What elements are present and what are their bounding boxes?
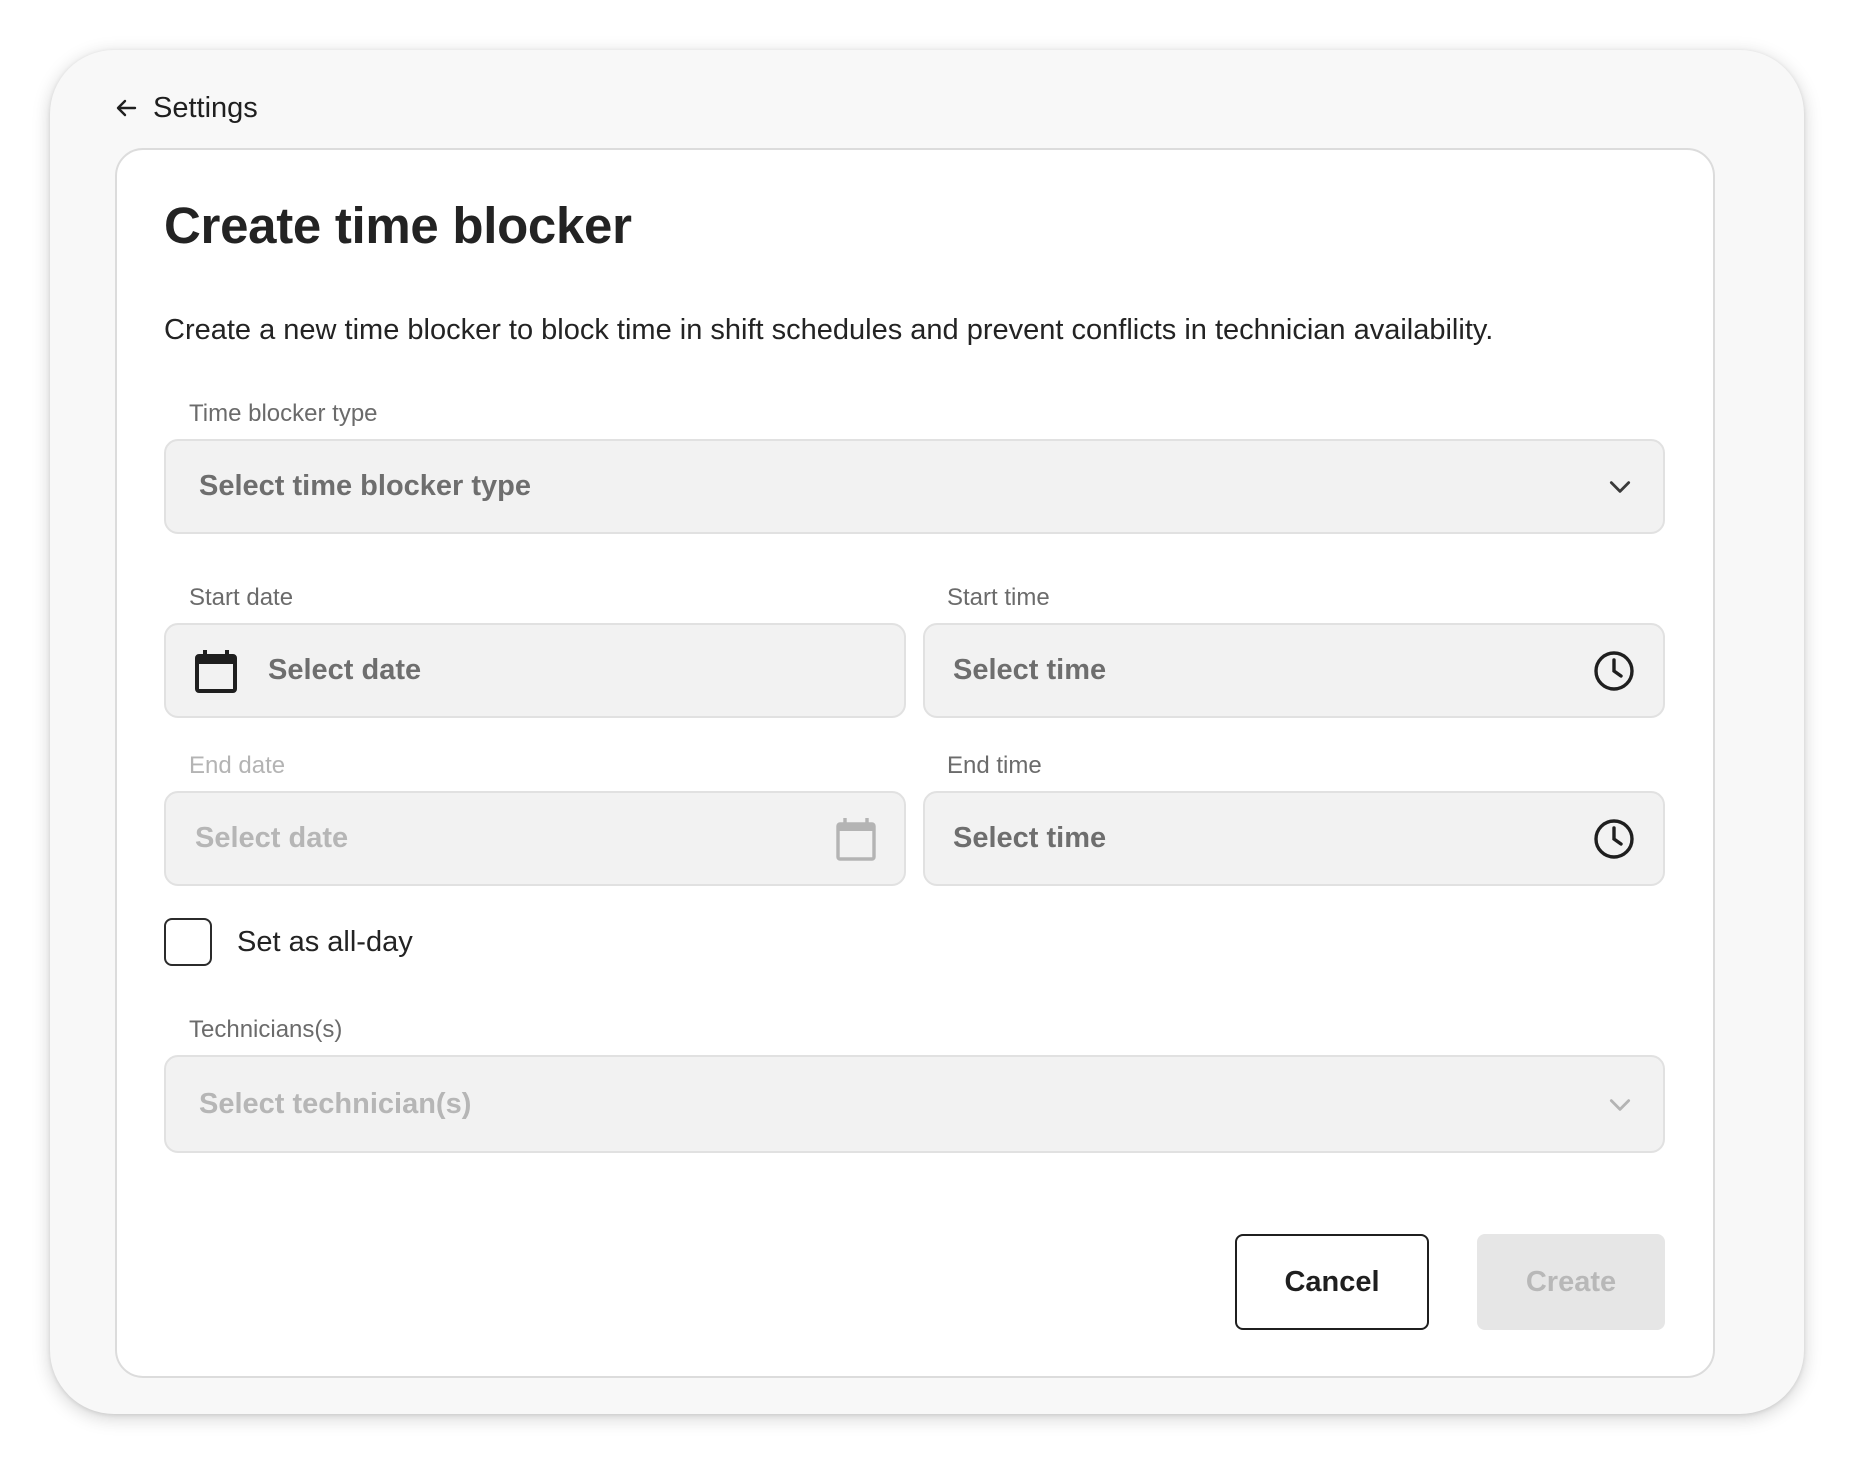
chevron-down-icon: [1607, 1092, 1633, 1118]
create-button[interactable]: Create: [1477, 1234, 1665, 1330]
end-date-picker[interactable]: Select date: [164, 791, 906, 886]
start-date-picker[interactable]: Select date: [164, 623, 906, 718]
time-blocker-type-placeholder: Select time blocker type: [199, 470, 532, 502]
arrow-left-icon: [115, 96, 139, 120]
clock-icon: [1593, 650, 1635, 692]
start-date-placeholder: Select date: [268, 654, 422, 686]
start-time-placeholder: Select time: [953, 654, 1107, 686]
calendar-icon: [194, 648, 238, 694]
page-description: Create a new time blocker to block time …: [164, 314, 1494, 346]
chevron-down-icon: [1607, 474, 1633, 500]
technicians-placeholder: Select technician(s): [199, 1087, 472, 1120]
technicians-label: Technicians(s): [189, 1016, 343, 1043]
start-date-label: Start date: [189, 584, 294, 611]
calendar-icon: [835, 816, 877, 862]
all-day-checkbox[interactable]: [164, 918, 212, 966]
end-time-picker[interactable]: Select time: [923, 791, 1665, 886]
end-date-placeholder: Select date: [195, 822, 349, 854]
clock-icon: [1593, 818, 1635, 860]
time-blocker-type-label: Time blocker type: [189, 400, 378, 427]
time-blocker-type-select[interactable]: Select time blocker type: [164, 439, 1665, 534]
end-time-placeholder: Select time: [953, 822, 1107, 854]
start-time-picker[interactable]: Select time: [923, 623, 1665, 718]
end-time-label: End time: [947, 752, 1042, 779]
end-date-label: End date: [189, 752, 286, 779]
all-day-label[interactable]: Set as all-day: [237, 924, 413, 960]
back-to-settings-link[interactable]: Settings: [115, 88, 258, 128]
page-title: Create time blocker: [164, 197, 632, 254]
start-time-label: Start time: [947, 584, 1050, 611]
cancel-button[interactable]: Cancel: [1235, 1234, 1429, 1330]
back-link-label: Settings: [153, 91, 258, 124]
technicians-select[interactable]: Select technician(s): [164, 1055, 1665, 1153]
